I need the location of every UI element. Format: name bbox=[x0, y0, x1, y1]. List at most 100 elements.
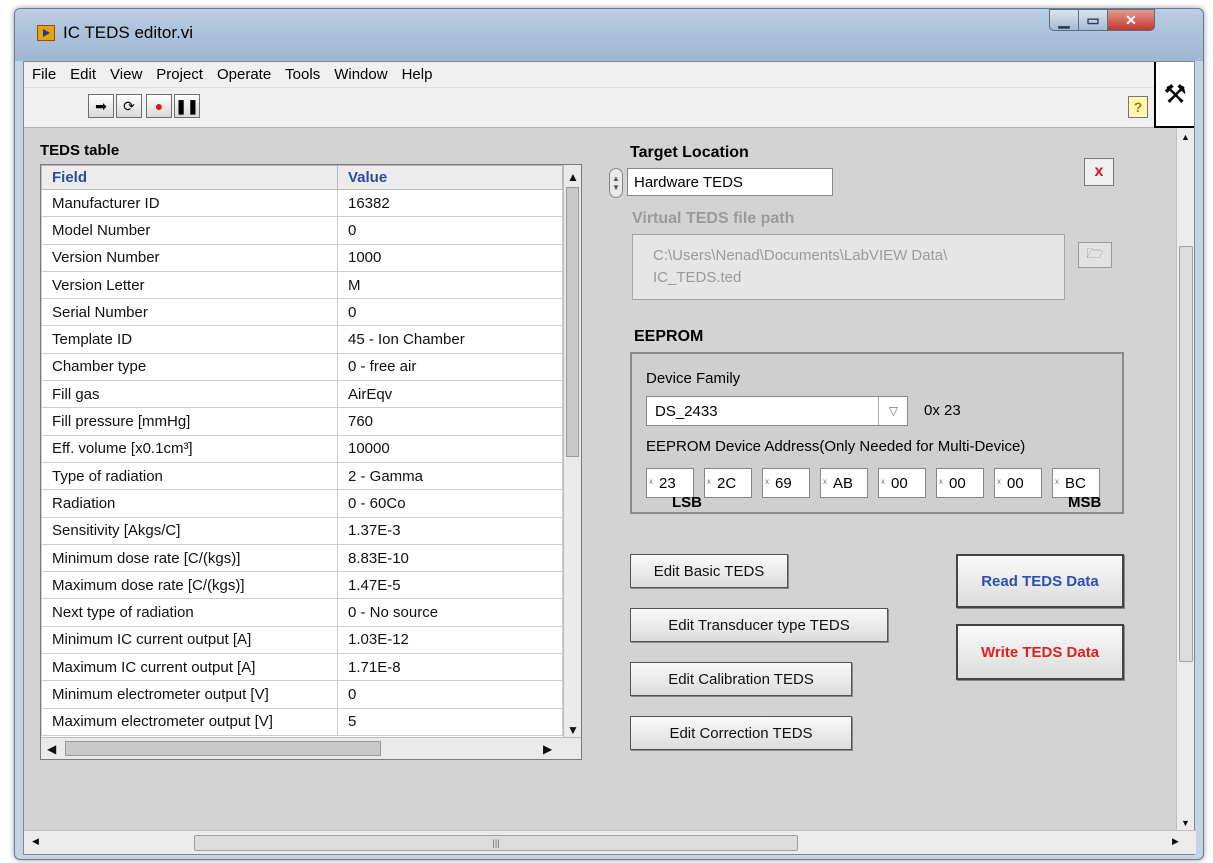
close-window-button[interactable]: ✕ bbox=[1107, 9, 1155, 31]
value-cell[interactable]: 0 bbox=[337, 216, 563, 245]
field-cell[interactable]: Sensitivity [Akgs/C] bbox=[41, 516, 338, 545]
value-cell[interactable]: AirEqv bbox=[337, 380, 563, 409]
address-byte-5[interactable]: x 00 bbox=[936, 468, 984, 498]
table-row[interactable]: Maximum electrometer output [V] 5 bbox=[41, 707, 563, 736]
pause-icon[interactable]: ❚❚ bbox=[174, 94, 200, 118]
virtual-teds-path-field[interactable]: C:\Users\Nenad\Documents\LabVIEW Data\ I… bbox=[632, 234, 1065, 300]
scroll-down-arrow-icon[interactable]: ▼ bbox=[1181, 818, 1190, 828]
value-cell[interactable]: 0 bbox=[337, 298, 563, 327]
field-cell[interactable]: Version Number bbox=[41, 243, 338, 272]
table-row[interactable]: Version Number 1000 bbox=[41, 243, 563, 272]
table-row[interactable]: Fill pressure [mmHg] 760 bbox=[41, 407, 563, 436]
scroll-right-arrow-icon[interactable]: ▶ bbox=[1172, 836, 1179, 847]
table-row[interactable]: Minimum dose rate [C/(kgs)] 8.83E-10 bbox=[41, 543, 563, 573]
menu-tools[interactable]: Tools bbox=[285, 66, 320, 83]
value-cell[interactable]: 0 - 60Co bbox=[337, 489, 563, 518]
panel-vertical-scrollbar[interactable]: ▲ ▼ bbox=[1176, 128, 1194, 832]
table-row[interactable]: Template ID 45 - Ion Chamber bbox=[41, 325, 563, 354]
value-cell[interactable]: 1000 bbox=[337, 243, 563, 272]
table-row[interactable]: Next type of radiation 0 - No source bbox=[41, 598, 563, 627]
scroll-left-arrow-icon[interactable]: ◀ bbox=[47, 742, 56, 756]
menu-window[interactable]: Window bbox=[334, 66, 387, 83]
maximize-button[interactable]: ▭ bbox=[1078, 9, 1108, 31]
panel-horizontal-scrollbar[interactable]: ◀ ||| ▶ bbox=[24, 830, 1196, 854]
close-button[interactable]: x bbox=[1084, 158, 1114, 186]
menu-project[interactable]: Project bbox=[156, 66, 203, 83]
field-cell[interactable]: Manufacturer ID bbox=[41, 188, 338, 218]
edit-calibration-teds-button[interactable]: Edit Calibration TEDS bbox=[630, 662, 852, 696]
field-cell[interactable]: Minimum dose rate [C/(kgs)] bbox=[41, 543, 338, 573]
table-row[interactable]: Serial Number 0 bbox=[41, 298, 563, 327]
table-row[interactable]: Version Letter M bbox=[41, 270, 563, 300]
address-byte-4[interactable]: x 00 bbox=[878, 468, 926, 498]
scroll-down-arrow-icon[interactable]: ▼ bbox=[567, 723, 579, 737]
edit-correction-teds-button[interactable]: Edit Correction TEDS bbox=[630, 716, 852, 750]
scrollbar-thumb[interactable]: ||| bbox=[194, 835, 798, 851]
run-continuously-icon[interactable]: ⟳ bbox=[116, 94, 142, 118]
field-cell[interactable]: Serial Number bbox=[41, 298, 338, 327]
menu-operate[interactable]: Operate bbox=[217, 66, 271, 83]
scroll-up-arrow-icon[interactable]: ▲ bbox=[567, 170, 579, 184]
value-cell[interactable]: 1.47E-5 bbox=[337, 571, 563, 600]
address-byte-3[interactable]: x AB bbox=[820, 468, 868, 498]
value-cell[interactable]: 8.83E-10 bbox=[337, 543, 563, 573]
minimize-button[interactable]: ▁ bbox=[1049, 9, 1079, 31]
value-cell[interactable]: 10000 bbox=[337, 434, 563, 463]
ring-increment-icon[interactable]: ▲ ▼ bbox=[609, 168, 623, 198]
field-cell[interactable]: Eff. volume [x0.1cm³] bbox=[41, 434, 338, 463]
address-byte-1[interactable]: x 2C bbox=[704, 468, 752, 498]
menu-file[interactable]: File bbox=[32, 66, 56, 83]
table-row[interactable]: Minimum electrometer output [V] 0 bbox=[41, 680, 563, 709]
value-cell[interactable]: 0 - free air bbox=[337, 352, 563, 382]
field-cell[interactable]: Minimum IC current output [A] bbox=[41, 625, 338, 655]
field-cell[interactable]: Type of radiation bbox=[41, 461, 338, 491]
field-cell[interactable]: Fill gas bbox=[41, 380, 338, 409]
value-cell[interactable]: 2 - Gamma bbox=[337, 461, 563, 491]
field-cell[interactable]: Chamber type bbox=[41, 352, 338, 382]
scrollbar-thumb[interactable] bbox=[1179, 246, 1193, 662]
field-cell[interactable]: Template ID bbox=[41, 325, 338, 354]
run-arrow-icon[interactable]: ➡ bbox=[88, 94, 114, 118]
scrollbar-thumb[interactable] bbox=[65, 741, 381, 756]
field-cell[interactable]: Maximum dose rate [C/(kgs)] bbox=[41, 571, 338, 600]
value-cell[interactable]: 1.03E-12 bbox=[337, 625, 563, 655]
table-row[interactable]: Fill gas AirEqv bbox=[41, 380, 563, 409]
table-row[interactable]: Type of radiation 2 - Gamma bbox=[41, 461, 563, 491]
field-cell[interactable]: Radiation bbox=[41, 489, 338, 518]
field-cell[interactable]: Model Number bbox=[41, 216, 338, 245]
context-help-icon[interactable]: ? bbox=[1128, 96, 1148, 118]
table-row[interactable]: Manufacturer ID 16382 bbox=[41, 188, 563, 218]
value-cell[interactable]: 0 bbox=[337, 680, 563, 709]
address-byte-2[interactable]: x 69 bbox=[762, 468, 810, 498]
device-family-dropdown[interactable]: DS_2433 bbox=[646, 396, 908, 426]
table-row[interactable]: Sensitivity [Akgs/C] 1.37E-3 bbox=[41, 516, 563, 545]
edit-basic-teds-button[interactable]: Edit Basic TEDS bbox=[630, 554, 788, 588]
field-cell[interactable]: Version Letter bbox=[41, 270, 338, 300]
field-cell[interactable]: Maximum IC current output [A] bbox=[41, 653, 338, 682]
field-cell[interactable]: Maximum electrometer output [V] bbox=[41, 707, 338, 736]
value-cell[interactable]: 16382 bbox=[337, 188, 563, 218]
table-row[interactable]: Chamber type 0 - free air bbox=[41, 352, 563, 382]
field-cell[interactable]: Minimum electrometer output [V] bbox=[41, 680, 338, 709]
table-horizontal-scrollbar[interactable]: ◀ ▶ bbox=[41, 737, 581, 759]
folder-browse-icon[interactable]: 🗁 bbox=[1078, 242, 1112, 268]
target-location-ring[interactable]: Hardware TEDS bbox=[627, 168, 833, 196]
value-cell[interactable]: 0 - No source bbox=[337, 598, 563, 627]
value-cell[interactable]: 45 - Ion Chamber bbox=[337, 325, 563, 354]
scroll-right-arrow-icon[interactable]: ▶ bbox=[543, 742, 552, 756]
field-cell[interactable]: Fill pressure [mmHg] bbox=[41, 407, 338, 436]
menu-view[interactable]: View bbox=[110, 66, 142, 83]
table-row[interactable]: Maximum dose rate [C/(kgs)] 1.47E-5 bbox=[41, 571, 563, 600]
read-teds-data-button[interactable]: Read TEDS Data bbox=[956, 554, 1124, 608]
scrollbar-thumb[interactable] bbox=[566, 187, 579, 457]
edit-transducer-teds-button[interactable]: Edit Transducer type TEDS bbox=[630, 608, 888, 642]
menu-edit[interactable]: Edit bbox=[70, 66, 96, 83]
value-cell[interactable]: 1.71E-8 bbox=[337, 653, 563, 682]
address-byte-6[interactable]: x 00 bbox=[994, 468, 1042, 498]
value-cell[interactable]: 1.37E-3 bbox=[337, 516, 563, 545]
table-row[interactable]: Maximum IC current output [A] 1.71E-8 bbox=[41, 653, 563, 682]
value-cell[interactable]: 760 bbox=[337, 407, 563, 436]
write-teds-data-button[interactable]: Write TEDS Data bbox=[956, 624, 1124, 680]
scroll-left-arrow-icon[interactable]: ◀ bbox=[32, 836, 39, 847]
scroll-up-arrow-icon[interactable]: ▲ bbox=[1181, 132, 1190, 142]
